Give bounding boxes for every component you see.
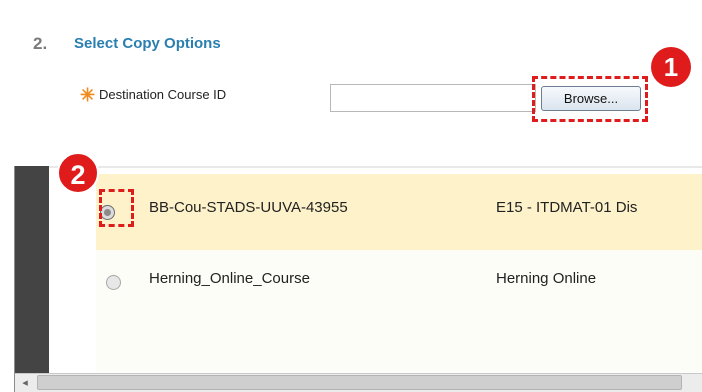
section-title: Select Copy Options: [74, 35, 221, 52]
callout-badge-2: 2: [57, 152, 99, 194]
table-row[interactable]: [96, 250, 702, 372]
scroll-left-arrow-icon[interactable]: ◂: [15, 374, 35, 392]
callout-badge-1: 1: [651, 47, 691, 87]
destination-course-id-input[interactable]: [330, 84, 536, 112]
scroll-thumb[interactable]: [37, 375, 682, 390]
panel-side-bar: [15, 166, 49, 373]
browse-button[interactable]: Browse...: [541, 86, 641, 111]
horizontal-scrollbar[interactable]: ◂: [15, 373, 702, 392]
course-id-cell: BB-Cou-STADS-UUVA-43955: [149, 199, 348, 216]
required-asterisk-icon: ✳: [80, 85, 96, 105]
course-radio[interactable]: [106, 275, 121, 290]
destination-course-id-label: Destination Course ID: [99, 87, 227, 102]
course-name-cell: Herning Online: [496, 270, 597, 287]
course-name-cell: E15 - ITDMAT-01 Dis: [496, 199, 638, 216]
panel-top-strip: [49, 166, 702, 168]
step-number: 2.: [33, 34, 48, 53]
course-radio-selected[interactable]: [100, 205, 115, 220]
course-id-cell: Herning_Online_Course: [149, 270, 310, 287]
